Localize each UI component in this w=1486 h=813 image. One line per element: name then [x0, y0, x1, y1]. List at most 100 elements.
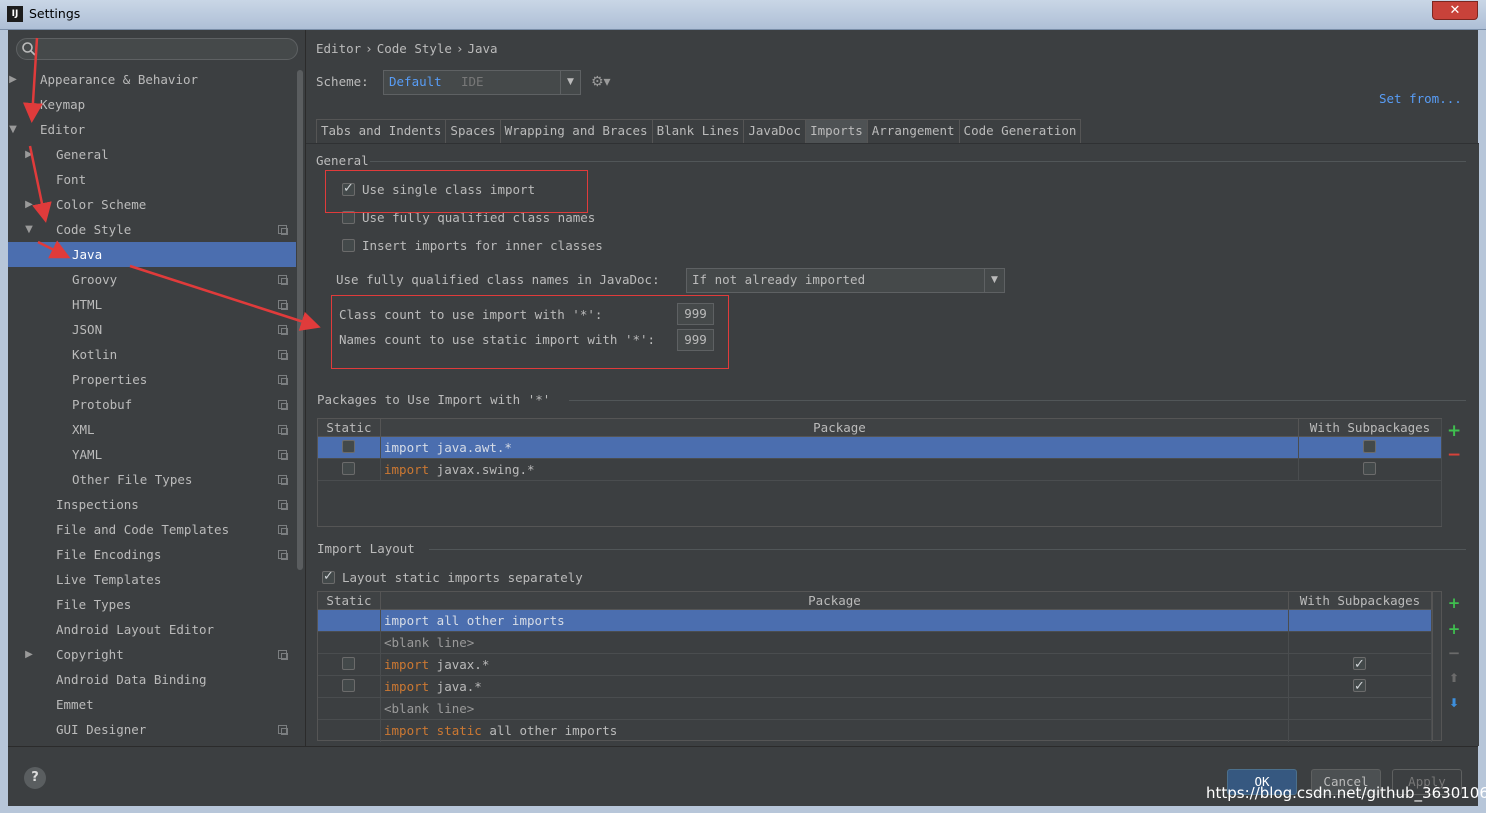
project-scope-icon: [278, 325, 288, 335]
static-checkbox[interactable]: [342, 440, 355, 453]
sidebar-item-android-layout-editor[interactable]: Android Layout Editor: [8, 617, 296, 642]
tab-wrapping-and-braces[interactable]: Wrapping and Braces: [499, 119, 653, 143]
sidebar-item-label: Live Templates: [56, 572, 162, 587]
tab-javadoc[interactable]: JavaDoc: [743, 119, 807, 143]
expand-down-icon[interactable]: ▼: [23, 217, 35, 242]
subpackages-checkbox[interactable]: [1363, 440, 1376, 453]
tab-code-generation[interactable]: Code Generation: [958, 119, 1082, 143]
scheme-select[interactable]: Default IDE ▼: [383, 70, 581, 95]
remove-package-icon[interactable]: −: [1447, 447, 1461, 464]
expand-right-icon[interactable]: ▶: [23, 192, 35, 217]
table-row[interactable]: import java.*: [318, 676, 1432, 698]
import-keyword: import static: [384, 723, 482, 738]
static-checkbox[interactable]: [342, 657, 355, 670]
sidebar-item-file-types[interactable]: File Types: [8, 592, 296, 617]
annotation-box: [325, 170, 588, 213]
subpackages-checkbox[interactable]: [1363, 462, 1376, 475]
import-keyword: import: [384, 440, 430, 455]
sidebar-item-xml[interactable]: XML: [8, 417, 296, 442]
project-scope-icon: [278, 525, 288, 535]
table-row[interactable]: <blank line>: [318, 698, 1432, 720]
subpackages-checkbox[interactable]: [1353, 676, 1366, 698]
packages-header-package[interactable]: Package: [381, 419, 1299, 437]
packages-header-subpackages[interactable]: With Subpackages: [1299, 419, 1441, 437]
expand-right-icon[interactable]: ▶: [23, 142, 35, 167]
tab-arrangement[interactable]: Arrangement: [866, 119, 960, 143]
table-row[interactable]: import javax.*: [318, 654, 1432, 676]
add-package-icon[interactable]: +: [1447, 423, 1461, 440]
packages-header-static[interactable]: Static: [318, 419, 381, 437]
remove-entry-icon[interactable]: −: [1447, 646, 1461, 661]
sidebar-item-color-scheme[interactable]: ▶ Color Scheme: [8, 192, 296, 217]
add-blank-line-icon[interactable]: +: [1447, 622, 1461, 637]
table-row[interactable]: <blank line>: [318, 632, 1432, 654]
subpackages-cell: [1299, 437, 1441, 459]
sidebar-item-file-and-code-templates[interactable]: File and Code Templates: [8, 517, 296, 542]
sidebar-item-inspections[interactable]: Inspections: [8, 492, 296, 517]
subpackages-checkbox[interactable]: [1353, 654, 1366, 676]
move-down-icon[interactable]: ⬇: [1447, 696, 1461, 710]
layout-static-checkbox[interactable]: [322, 568, 335, 586]
add-package-icon[interactable]: +: [1447, 596, 1461, 611]
sidebar-item-kotlin[interactable]: Kotlin: [8, 342, 296, 367]
package-cell: import javax.*: [381, 654, 1289, 676]
expand-right-icon[interactable]: ▶: [23, 642, 35, 667]
window-frame-right: [1478, 30, 1486, 813]
tab-imports[interactable]: Imports: [805, 119, 868, 143]
sidebar-item-label: YAML: [72, 447, 103, 462]
close-button[interactable]: ✕: [1432, 1, 1478, 20]
sidebar-item-java[interactable]: Java: [8, 242, 296, 267]
sidebar-item-json[interactable]: JSON: [8, 317, 296, 342]
table-row[interactable]: import java.awt.*: [318, 437, 1441, 459]
table-row[interactable]: import all other imports: [318, 610, 1432, 632]
move-up-icon[interactable]: ⬆: [1447, 671, 1461, 685]
insert-imports-inner-checkbox[interactable]: [342, 239, 355, 252]
gear-icon[interactable]: ⚙▾: [591, 74, 611, 90]
import-keyword: import: [384, 679, 430, 694]
sidebar-item-gui-designer[interactable]: GUI Designer: [8, 717, 296, 742]
content-scrollbar[interactable]: [1469, 144, 1478, 747]
sidebar-item-properties[interactable]: Properties: [8, 367, 296, 392]
tab-spaces[interactable]: Spaces: [445, 119, 501, 143]
table-row[interactable]: import javax.swing.*: [318, 459, 1441, 481]
sidebar-item-emmet[interactable]: Emmet: [8, 692, 296, 717]
static-checkbox[interactable]: [342, 462, 355, 475]
sidebar-item-label: Kotlin: [72, 347, 118, 362]
package-cell: import all other imports: [381, 610, 1289, 632]
sidebar-item-font[interactable]: Font: [8, 167, 296, 192]
settings-search-input[interactable]: [16, 38, 298, 60]
table-row[interactable]: import static all other imports: [318, 720, 1432, 742]
layout-static-row[interactable]: Layout static imports separately: [322, 568, 622, 587]
layout-header-subpackages[interactable]: With Subpackages: [1289, 592, 1432, 610]
sidebar-item-editor[interactable]: ▼ Editor: [8, 117, 296, 142]
tab-blank-lines[interactable]: Blank Lines: [651, 119, 745, 143]
sidebar-item-other-file-types[interactable]: Other File Types: [8, 467, 296, 492]
import-keyword: import: [384, 657, 430, 672]
help-button[interactable]: ?: [24, 767, 46, 789]
sidebar-item-label: Android Layout Editor: [56, 622, 215, 637]
sidebar-item-appearance-behavior[interactable]: ▶ Appearance & Behavior: [8, 67, 296, 92]
sidebar-item-keymap[interactable]: Keymap: [8, 92, 296, 117]
sidebar-item-groovy[interactable]: Groovy: [8, 267, 296, 292]
sidebar-scrollbar[interactable]: [296, 70, 304, 746]
tab-tabs-and-indents[interactable]: Tabs and Indents: [316, 119, 447, 143]
sidebar-item-html[interactable]: HTML: [8, 292, 296, 317]
javadoc-select[interactable]: If not already imported ▼: [686, 268, 1005, 293]
sidebar-item-live-templates[interactable]: Live Templates: [8, 567, 296, 592]
expand-right-icon[interactable]: ▶: [7, 67, 19, 92]
expand-down-icon[interactable]: ▼: [7, 117, 19, 142]
sidebar-item-code-style[interactable]: ▼ Code Style: [8, 217, 296, 242]
sidebar-item-protobuf[interactable]: Protobuf: [8, 392, 296, 417]
static-checkbox[interactable]: [342, 679, 355, 692]
layout-header-package[interactable]: Package: [381, 592, 1289, 610]
sidebar-item-yaml[interactable]: YAML: [8, 442, 296, 467]
layout-header-static[interactable]: Static: [318, 592, 381, 610]
sidebar-item-general[interactable]: ▶ General: [8, 142, 296, 167]
sidebar-item-android-data-binding[interactable]: Android Data Binding: [8, 667, 296, 692]
set-from-link[interactable]: Set from...: [1379, 91, 1462, 106]
sidebar-item-copyright[interactable]: ▶ Copyright: [8, 642, 296, 667]
layout-table-scrollbar[interactable]: [1432, 592, 1441, 740]
sidebar-item-file-encodings[interactable]: File Encodings: [8, 542, 296, 567]
sidebar-scrollbar-thumb[interactable]: [297, 70, 303, 570]
insert-imports-inner-row[interactable]: Insert imports for inner classes: [342, 237, 642, 255]
